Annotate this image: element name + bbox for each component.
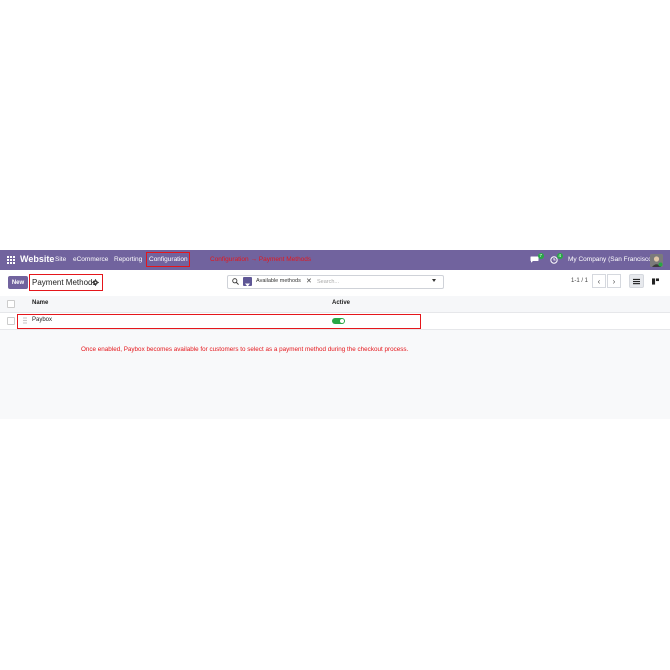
gear-icon[interactable] [92, 279, 99, 286]
list-empty-area [0, 330, 670, 419]
row-checkbox[interactable] [7, 317, 15, 325]
search-icon[interactable] [232, 278, 239, 285]
menu-site[interactable]: Site [55, 256, 66, 263]
list-view-icon[interactable] [629, 274, 644, 288]
close-icon[interactable]: ✕ [306, 277, 312, 285]
chevron-left-icon[interactable]: ‹ [592, 274, 606, 288]
top-navbar: Website Site eCommerce Reporting Configu… [0, 250, 670, 270]
app-brand[interactable]: Website [20, 254, 54, 264]
menu-reporting[interactable]: Reporting [114, 256, 142, 263]
select-all-checkbox[interactable] [7, 300, 15, 308]
column-header-name[interactable]: Name [32, 300, 48, 306]
breadcrumb: Payment Methods [32, 278, 97, 287]
column-header-active[interactable]: Active [332, 300, 350, 306]
company-switcher[interactable]: My Company (San Francisco) [568, 256, 654, 263]
highlight-box-configuration [146, 252, 190, 267]
pager-value[interactable]: 1-1 / 1 [571, 278, 588, 284]
search-facet-label: Available methods [256, 278, 301, 284]
menu-ecommerce[interactable]: eCommerce [73, 256, 108, 263]
kanban-view-icon[interactable] [648, 274, 663, 288]
odoo-app: Website Site eCommerce Reporting Configu… [0, 250, 670, 419]
highlight-box-row [17, 314, 421, 329]
avatar[interactable] [650, 254, 663, 267]
search-input[interactable] [317, 276, 422, 287]
filter-icon [243, 277, 252, 288]
messages-badge: 7 [538, 253, 544, 259]
chevron-right-icon[interactable]: › [607, 274, 621, 288]
chevron-down-icon[interactable] [432, 279, 436, 282]
activity-badge: 4 [557, 253, 563, 259]
annotation-note: Once enabled, Paybox becomes available f… [81, 346, 409, 353]
annotation-path: Configuration → Payment Methods [210, 256, 312, 263]
new-button[interactable]: New [8, 276, 28, 289]
apps-icon[interactable] [7, 256, 15, 264]
